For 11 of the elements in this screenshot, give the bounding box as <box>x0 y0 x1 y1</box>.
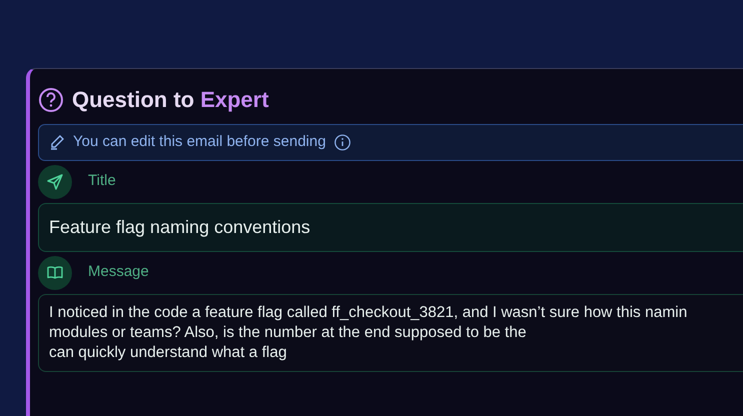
help-icon <box>38 86 64 112</box>
title-field[interactable]: Feature flag naming conventions <box>38 202 743 252</box>
send-icon <box>38 164 72 198</box>
field-label: Message <box>88 262 149 282</box>
field-label: Title <box>88 171 116 192</box>
dialog-title: Question to Expert <box>72 86 269 114</box>
info-icon[interactable] <box>334 134 351 151</box>
pencil-icon <box>49 134 65 150</box>
edit-notice-text: You can edit this email before sending <box>73 132 326 152</box>
book-icon <box>38 256 72 290</box>
message-field[interactable]: I noticed in the code a feature flag called ff_checkout_3821, and I wasn’t sure how this namin modules or teams? Also, is the number at the end supposed to be the can quickly understand what a flag <box>38 294 743 372</box>
